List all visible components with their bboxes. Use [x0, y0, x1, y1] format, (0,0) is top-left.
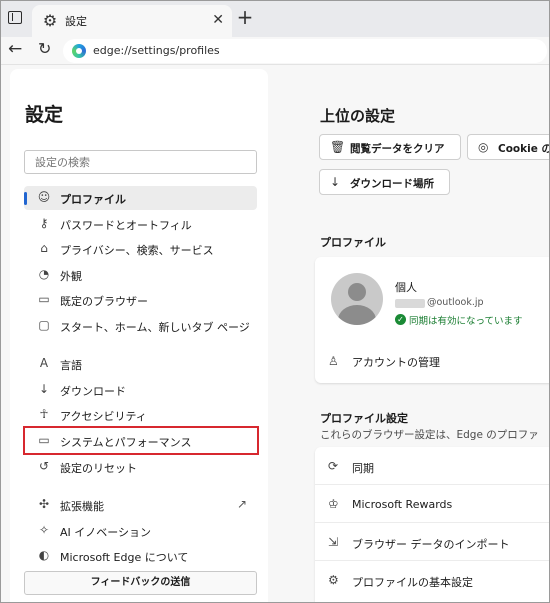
tab-strip: ⚙ 設定 ✕ +: [1, 1, 549, 37]
accessibility-icon: ☥: [39, 407, 49, 421]
sidebar-item-passwords[interactable]: ⚷ パスワードとオートフィル: [24, 212, 257, 236]
sidebar-item-reset[interactable]: ↺ 設定のリセット: [24, 455, 257, 479]
browser-icon: ▭: [38, 292, 50, 306]
profile-email: @outlook.jp: [427, 297, 484, 308]
sidebar-item-label: AI イノベーション: [60, 526, 152, 539]
settings-row-label: プロファイルの基本設定: [352, 576, 473, 589]
import-icon: ⇲: [328, 535, 339, 549]
settings-row-label: ブラウザー データのインポート: [352, 538, 510, 551]
sidebar-item-label: 拡張機能: [60, 500, 104, 513]
profile-settings-card: ⟳ 同期 ♔ Microsoft Rewards ⇲ ブラウザー データのインポ…: [315, 447, 549, 602]
sidebar-item-downloads[interactable]: ↓ ダウンロード: [24, 378, 257, 402]
avatar[interactable]: [331, 273, 383, 325]
refresh-icon[interactable]: ↻: [38, 39, 51, 58]
sidebar-item-label: アクセシビリティ: [60, 410, 147, 423]
sidebar-item-label: 言語: [60, 359, 82, 372]
palette-icon: ◔: [38, 267, 50, 281]
sidebar-item-label: 既定のブラウザー: [60, 295, 148, 308]
sidebar-item-label: スタート、ホーム、新しいタブ ページ: [60, 321, 250, 334]
trash-icon: 🗑: [330, 140, 346, 154]
rewards-icon: ♔: [328, 497, 339, 511]
sidebar-item-ai-innovation[interactable]: ✧ AI イノベーション: [24, 519, 257, 543]
profile-settings-title: プロファイル設定: [320, 412, 408, 425]
cookie-icon: ◎: [478, 140, 489, 154]
page-title: 上位の設定: [320, 107, 396, 125]
main-panel: 上位の設定 🗑 閲覧データをクリア ◎ Cookie の ↓ ダウンロード場所 …: [277, 65, 550, 602]
new-tab-icon[interactable]: +: [234, 7, 256, 29]
avatar-head: [348, 283, 366, 301]
sidebar-item-label: プロファイル: [60, 193, 126, 206]
settings-row-label: 同期: [352, 462, 374, 475]
sidebar-item-languages[interactable]: A 言語: [24, 352, 257, 376]
edge-icon: ◐: [38, 548, 50, 562]
download-location-label: ダウンロード場所: [350, 178, 434, 190]
settings-row-sync[interactable]: ⟳ 同期: [315, 447, 549, 485]
sidebar-item-appearance[interactable]: ◔ 外観: [24, 263, 257, 287]
sidebar-item-about[interactable]: ◐ Microsoft Edge について: [24, 544, 257, 568]
preferences-icon: ⚙: [328, 573, 339, 587]
key-icon: ⚷: [39, 216, 49, 230]
clear-browsing-data-button[interactable]: 🗑 閲覧データをクリア: [319, 134, 461, 160]
settings-row-import[interactable]: ⇲ ブラウザー データのインポート: [315, 523, 549, 561]
email-redaction: [395, 299, 425, 308]
sidebar-item-label: パスワードとオートフィル: [60, 219, 192, 232]
sidebar-item-default-browser[interactable]: ▭ 既定のブラウザー: [24, 288, 257, 312]
download-location-button[interactable]: ↓ ダウンロード場所: [319, 169, 450, 195]
extensions-icon: ✣: [38, 497, 50, 511]
tab-title: 設定: [65, 15, 87, 28]
profile-icon: ☺: [37, 190, 51, 204]
browser-window: ⚙ 設定 ✕ + ← ↻ edge://settings/profiles 設定…: [0, 0, 550, 603]
settings-search-input[interactable]: [24, 150, 257, 174]
sync-status: 同期は有効になっています: [409, 316, 523, 327]
sidebar-item-label: ダウンロード: [60, 385, 126, 398]
language-icon: A: [39, 356, 49, 370]
settings-row-rewards[interactable]: ♔ Microsoft Rewards: [315, 485, 549, 523]
manage-account-link[interactable]: アカウントの管理: [352, 354, 440, 370]
sidebar-item-extensions[interactable]: ✣ 拡張機能 ↗: [24, 493, 257, 517]
external-link-icon: ↗: [236, 497, 247, 511]
profile-settings-description: これらのブラウザー設定は、Edge のプロファ: [320, 429, 539, 441]
download-icon: ↓: [330, 175, 341, 189]
tab-settings[interactable]: ⚙ 設定 ✕: [32, 5, 232, 37]
close-icon[interactable]: ✕: [212, 12, 224, 28]
profile-section-title: プロファイル: [320, 236, 386, 249]
person-icon: ♙: [328, 354, 339, 368]
reset-icon: ↺: [38, 459, 50, 473]
sidebar-item-profiles[interactable]: ☺ プロファイル: [24, 186, 257, 210]
lock-icon: ⌂: [40, 241, 48, 255]
address-bar[interactable]: edge://settings/profiles: [63, 39, 547, 63]
sidebar-item-start-home[interactable]: ▢ スタート、ホーム、新しいタブ ページ: [24, 314, 257, 338]
home-icon: ▢: [38, 318, 50, 332]
check-icon: ✓: [395, 314, 406, 325]
gear-icon: ⚙: [42, 11, 58, 30]
sidebar-item-label: 設定のリセット: [60, 462, 137, 475]
toolbar: ← ↻ edge://settings/profiles: [1, 37, 549, 65]
cookie-button[interactable]: ◎ Cookie の: [467, 134, 550, 160]
back-arrow-icon[interactable]: ←: [8, 39, 22, 59]
sidebar-item-label: プライバシー、検索、サービス: [60, 244, 214, 257]
profile-card: 個人 @outlook.jp ✓ 同期は有効になっています ♙ アカウントの管理: [315, 257, 549, 383]
tab-actions-icon[interactable]: [8, 11, 22, 24]
sidebar-item-privacy[interactable]: ⌂ プライバシー、検索、サービス: [24, 237, 257, 261]
settings-row-label: Microsoft Rewards: [352, 498, 453, 511]
sync-icon: ⟳: [328, 459, 339, 473]
settings-sidebar: 設定 ☺ プロファイル ⚷ パスワードとオートフィル ⌂ プライバシー、検索、サ…: [10, 69, 268, 602]
download-icon: ↓: [38, 382, 50, 396]
clear-browsing-data-label: 閲覧データをクリア: [350, 143, 445, 155]
sidebar-item-label: Microsoft Edge について: [60, 551, 189, 564]
avatar-body: [338, 305, 376, 325]
sidebar-title: 設定: [25, 104, 64, 126]
send-feedback-button[interactable]: フィードバックの送信: [24, 571, 257, 595]
highlight-box: [23, 426, 259, 455]
sidebar-item-label: 外観: [60, 270, 82, 283]
sidebar-item-accessibility[interactable]: ☥ アクセシビリティ: [24, 403, 257, 427]
profile-name: 個人: [395, 281, 417, 294]
edge-logo-icon: [72, 44, 86, 58]
settings-row-preferences[interactable]: ⚙ プロファイルの基本設定: [315, 561, 549, 599]
settings-content: 設定 ☺ プロファイル ⚷ パスワードとオートフィル ⌂ プライバシー、検索、サ…: [1, 65, 550, 602]
url-text: edge://settings/profiles: [93, 44, 220, 57]
cookie-label: Cookie の: [498, 143, 550, 155]
ai-icon: ✧: [38, 523, 50, 537]
